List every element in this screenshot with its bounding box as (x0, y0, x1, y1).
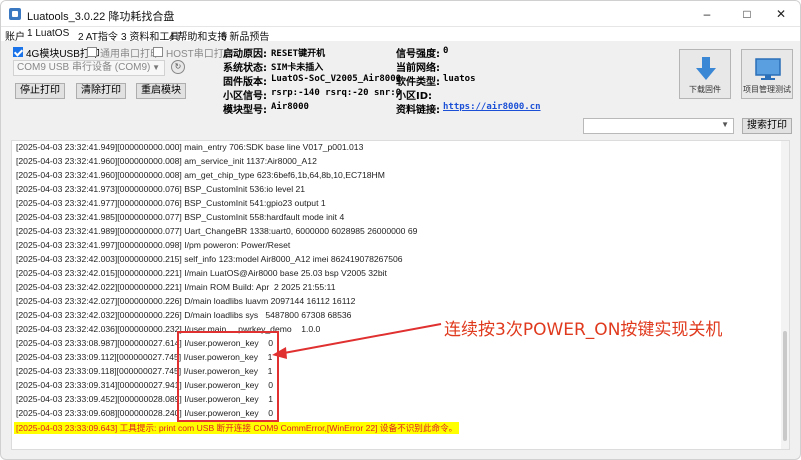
window-title: Luatools_3.0.22 降功耗找合盘 (27, 11, 175, 23)
signal-strength-label: 信号强度: (396, 49, 440, 60)
poweron-key-highlight-box (177, 331, 279, 422)
resource-link-label: 资料链接: (396, 105, 440, 116)
boot-reason-value: RESET键开机 (271, 49, 326, 59)
stop-print-button[interactable]: 停止打印 (15, 83, 65, 99)
menu-account[interactable]: 账户 (5, 28, 25, 43)
title-bar: Luatools_3.0.22 降功耗找合盘 – □ ✕ (1, 1, 800, 27)
port-select[interactable]: COM9 USB 串行设备 (COM9) ▼ (13, 60, 165, 76)
download-firmware-button[interactable]: 下载固件 (679, 49, 731, 99)
chevron-down-icon: ▼ (721, 120, 729, 129)
system-status-label: 系统状态: (223, 63, 267, 74)
refresh-port-icon[interactable]: ↻ (171, 60, 185, 74)
project-manage-button[interactable]: 项目管理测试 (741, 49, 793, 99)
generic-serial-checkbox[interactable] (87, 47, 97, 57)
log-line: [2025-04-03 23:32:41.989][000000000.077]… (16, 226, 418, 236)
search-input[interactable]: ▼ (583, 118, 734, 134)
firmware-version-value: LuatOS-SoC_V2005_Air8000 (271, 74, 402, 84)
log-output[interactable]: [2025-04-03 23:32:41.949][000000000.000]… (11, 140, 790, 450)
cell-signal-label: 小区信号: (223, 91, 267, 102)
log-line: [2025-04-03 23:32:41.977][000000000.076]… (16, 198, 326, 208)
menu-at-commands[interactable]: 2 AT指令 (78, 28, 118, 43)
annotation-text: 连续按3次POWER_ON按键实现关机 (444, 320, 723, 340)
menu-new-products[interactable]: 5 新品预告 (221, 28, 269, 43)
cell-signal-value: rsrp:-140 rsrq:-20 snr:0 (271, 88, 402, 98)
menu-bar: 账户 1 LuatOS 2 AT指令 3 资料和工具 4 帮助和支持 5 新品预… (1, 27, 800, 43)
log-scrollbar[interactable] (781, 141, 789, 449)
log-line: [2025-04-03 23:32:41.949][000000000.000]… (16, 142, 364, 152)
log-scroll-thumb[interactable] (783, 331, 787, 441)
app-window: Luatools_3.0.22 降功耗找合盘 – □ ✕ 账户 1 LuatOS… (0, 0, 801, 460)
log-line: [2025-04-03 23:32:41.985][000000000.077]… (16, 212, 345, 222)
module-model-value: Air8000 (271, 102, 309, 112)
download-firmware-label: 下载固件 (689, 85, 721, 94)
resource-link[interactable]: https://air8000.cn (443, 102, 541, 112)
download-arrow-icon (696, 57, 716, 80)
menu-help-support[interactable]: 4 帮助和支持 (169, 28, 227, 43)
chevron-down-icon: ▼ (152, 63, 160, 72)
host-serial-option[interactable]: HOST串口打印 (153, 45, 234, 60)
generic-serial-option[interactable]: 通用串口打印 (87, 45, 160, 60)
current-network-label: 当前网络: (396, 63, 440, 74)
log-line: [2025-04-03 23:32:42.015][000000000.221]… (16, 268, 387, 278)
software-type-label: 软件类型: (396, 77, 440, 88)
generic-serial-label: 通用串口打印 (100, 48, 160, 60)
menu-luatos[interactable]: 1 LuatOS (27, 28, 69, 39)
log-line: [2025-04-03 23:32:42.003][000000000.215]… (16, 254, 403, 264)
log-line: [2025-04-03 23:32:41.973][000000000.076]… (16, 184, 306, 194)
close-icon[interactable]: ✕ (761, 1, 800, 27)
log-line: [2025-04-03 23:32:42.032][000000000.226]… (16, 310, 352, 320)
log-line: [2025-04-03 23:32:41.997][000000000.098]… (16, 240, 291, 250)
usb4g-print-checkbox[interactable] (13, 47, 23, 57)
log-line: [2025-04-03 23:32:42.022][000000000.221]… (16, 282, 336, 292)
project-manage-label: 项目管理测试 (743, 85, 791, 94)
software-type-value: luatos (443, 74, 476, 84)
boot-reason-label: 启动原因: (223, 49, 267, 60)
log-error-line: [2025-04-03 23:33:09.643] 工具提示: print co… (14, 422, 460, 434)
log-line: [2025-04-03 23:32:42.027][000000000.226]… (16, 296, 356, 306)
minimize-icon[interactable]: – (687, 1, 727, 27)
signal-strength-value: 0 (443, 46, 449, 56)
monitor-icon (755, 58, 781, 80)
port-select-value: COM9 USB 串行设备 (COM9) (17, 62, 151, 73)
reset-module-button[interactable]: 重启模块 (136, 83, 186, 99)
search-print-button[interactable]: 搜索打印 (742, 118, 792, 134)
clear-print-button[interactable]: 清除打印 (76, 83, 126, 99)
cell-id-label: 小区ID: (396, 91, 433, 102)
log-line: [2025-04-03 23:32:41.960][000000000.008]… (16, 156, 317, 166)
log-line: [2025-04-03 23:32:41.960][000000000.008]… (16, 170, 385, 180)
app-logo-icon (9, 8, 21, 20)
module-model-label: 模块型号: (223, 105, 267, 116)
host-serial-checkbox[interactable] (153, 47, 163, 57)
system-status-value: SIM卡未插入 (271, 63, 324, 73)
firmware-version-label: 固件版本: (223, 77, 267, 88)
